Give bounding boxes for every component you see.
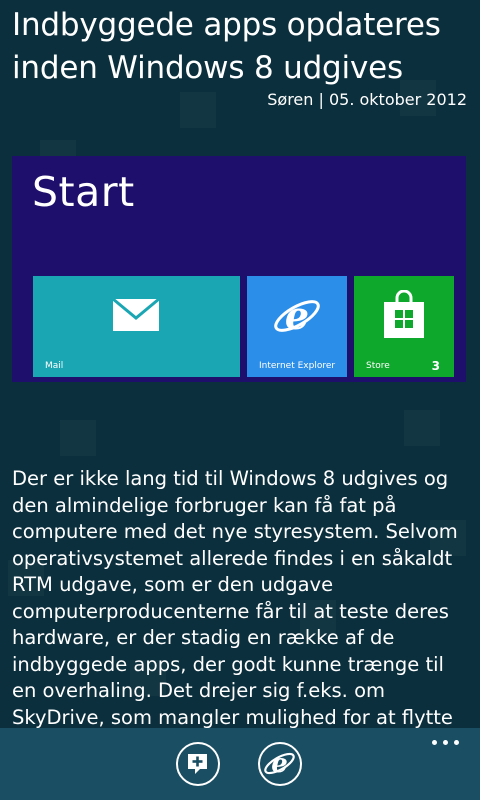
internet-explorer-icon: e (264, 749, 295, 779)
internet-explorer-tile-label: Internet Explorer (259, 361, 336, 371)
more-options-button[interactable] (432, 736, 462, 750)
start-screen-label: Start (32, 168, 135, 216)
mail-tile: Mail (33, 276, 240, 377)
article: Indbyggede apps opdateres inden Windows … (0, 0, 480, 728)
ellipsis-dot (432, 740, 437, 745)
article-image: Start Mail e Internet Explorer Store 3 (12, 156, 466, 382)
store-icon (384, 290, 424, 338)
svg-text:e: e (271, 749, 288, 779)
store-tile: Store 3 (354, 276, 454, 377)
internet-explorer-tile: e Internet Explorer (247, 276, 347, 377)
ellipsis-dot (454, 740, 459, 745)
article-byline: Søren | 05. oktober 2012 (267, 90, 467, 109)
store-tile-badge: 3 (431, 359, 440, 373)
svg-text:e: e (285, 293, 309, 338)
article-body: Der er ikke lang tid til Windows 8 udgiv… (12, 467, 458, 728)
add-comment-icon (188, 754, 207, 774)
open-in-browser-button[interactable]: e (258, 742, 302, 786)
article-title: Indbyggede apps opdateres inden Windows … (12, 7, 441, 86)
ellipsis-dot (443, 740, 448, 745)
application-bar: e (0, 728, 480, 800)
mail-icon (112, 298, 160, 331)
internet-explorer-icon: e (274, 293, 320, 338)
mail-tile-label: Mail (45, 361, 64, 371)
store-tile-label: Store (366, 361, 390, 371)
add-comment-button[interactable] (176, 742, 220, 786)
